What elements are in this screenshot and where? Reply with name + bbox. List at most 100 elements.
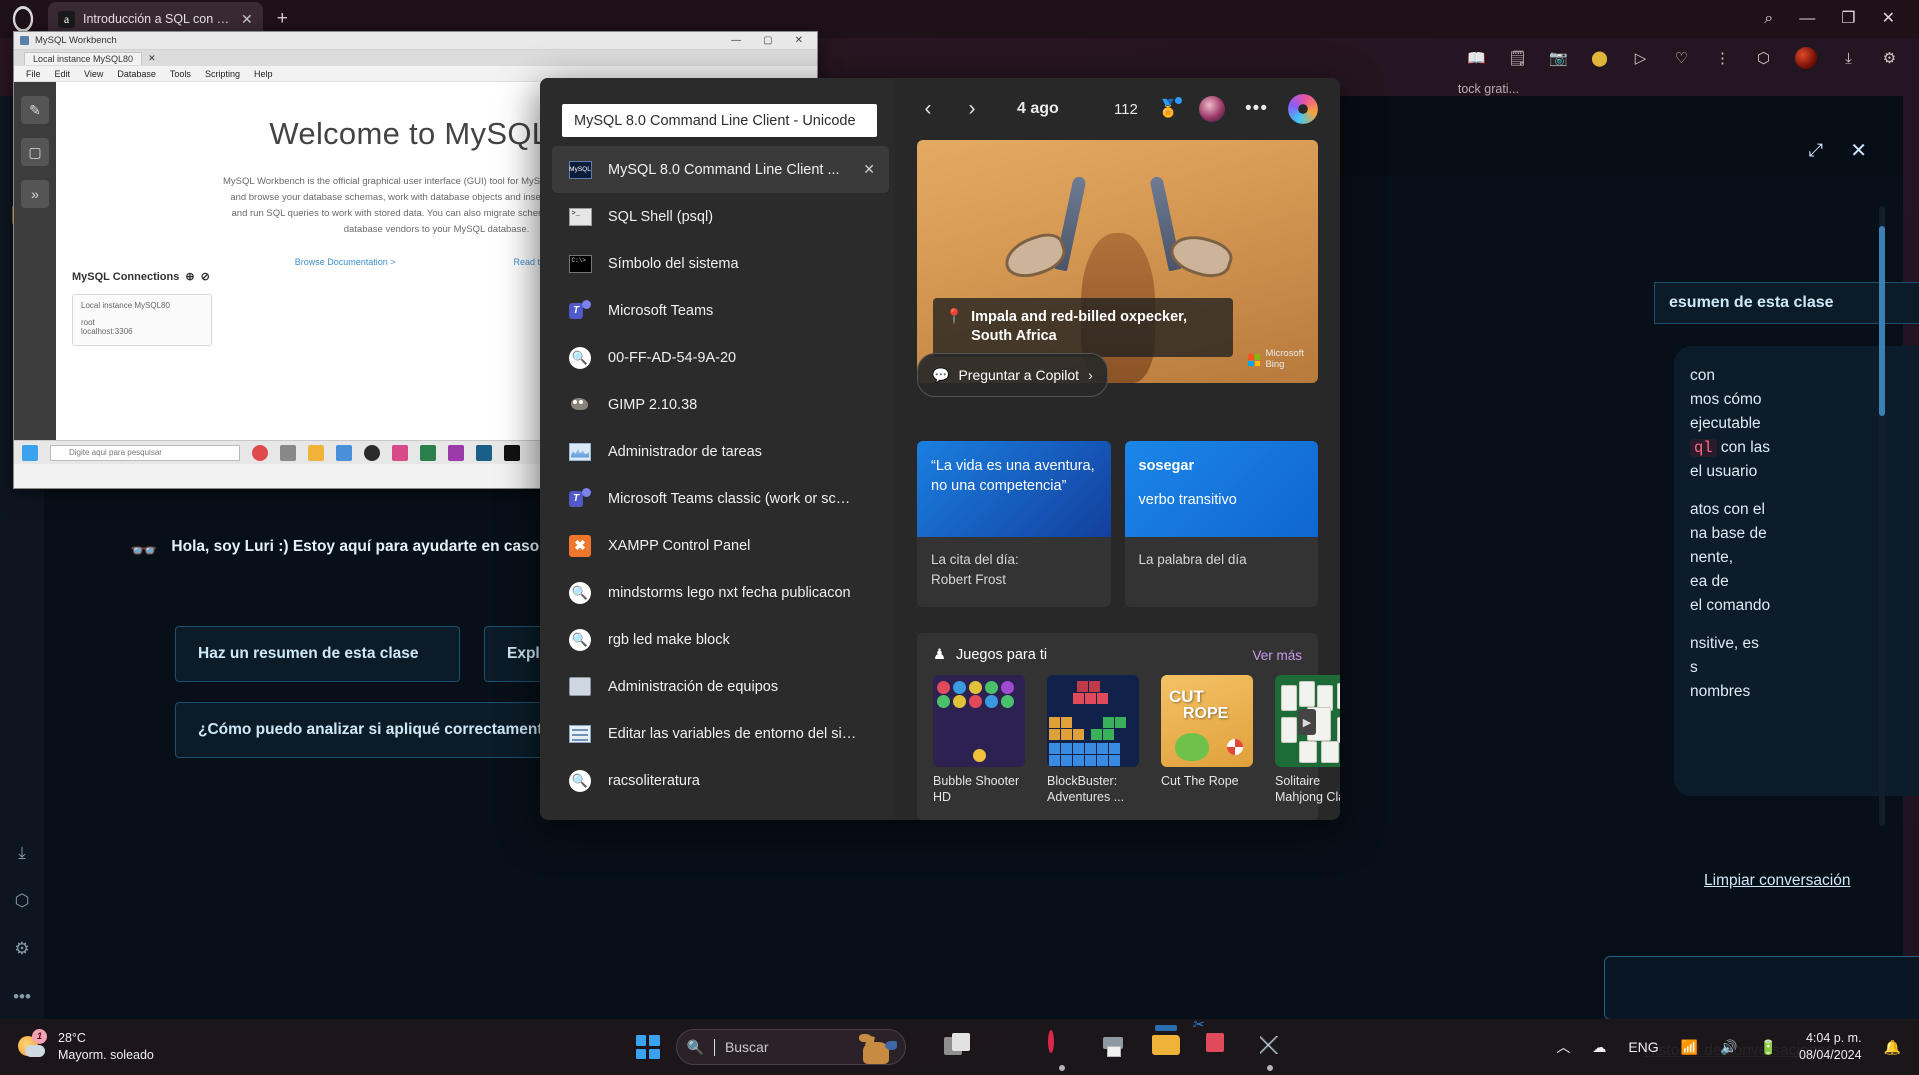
more-vertical-icon[interactable]: ⋮ bbox=[1713, 49, 1732, 68]
result-item-teams-classic[interactable]: T Microsoft Teams classic (work or scho.… bbox=[552, 475, 889, 522]
chevron-up-icon[interactable]: ︿ bbox=[1556, 1037, 1570, 1057]
game-item[interactable]: CUT ROPE Cut The Rope bbox=[1161, 675, 1253, 805]
migration-icon[interactable]: » bbox=[21, 180, 49, 208]
browse-documentation-link[interactable]: Browse Documentation > bbox=[295, 257, 396, 267]
clear-conversation-link[interactable]: Limpiar conversación bbox=[1704, 872, 1850, 890]
vertical-scrollbar[interactable] bbox=[1879, 206, 1885, 826]
close-icon[interactable]: ✕ bbox=[795, 35, 803, 46]
task-view-icon[interactable] bbox=[943, 1033, 972, 1061]
close-icon[interactable]: ✕ bbox=[241, 11, 253, 28]
chevron-left-icon[interactable]: ‹ bbox=[917, 97, 939, 121]
models-icon[interactable]: ▢ bbox=[21, 138, 49, 166]
wifi-icon[interactable]: 📶 bbox=[1681, 1039, 1698, 1056]
sliders-icon[interactable]: ⚙ bbox=[1880, 49, 1899, 68]
medal-icon[interactable]: 🏅 bbox=[1158, 97, 1183, 119]
search-input[interactable]: 🔍 Buscar bbox=[675, 1029, 906, 1065]
minimize-icon[interactable]: — bbox=[731, 35, 741, 46]
heart-icon[interactable]: ♡ bbox=[1672, 49, 1691, 68]
avatar[interactable] bbox=[1199, 96, 1226, 122]
language-indicator[interactable]: ENG bbox=[1628, 1039, 1658, 1055]
result-item-web-search-1[interactable]: 🔍 00-FF-AD-54-9A-20 bbox=[552, 334, 889, 381]
result-item-web-search-2[interactable]: 🔍 mindstorms lego nxt fecha publicacon bbox=[552, 569, 889, 616]
printer-icon[interactable] bbox=[1100, 1033, 1128, 1061]
inner-search-input[interactable]: Digite aqui para pesquisar bbox=[50, 444, 240, 461]
battery-icon[interactable]: 🔋 bbox=[1760, 1039, 1777, 1056]
menu-view[interactable]: View bbox=[84, 69, 103, 79]
add-connection-icon[interactable]: ⊕ bbox=[185, 270, 194, 283]
task-view-icon[interactable] bbox=[280, 444, 296, 461]
game-item[interactable]: Solitaire Mahjong Classic bbox=[1275, 675, 1340, 805]
word-of-the-day-card[interactable]: sosegar verbo transitivo La palabra del … bbox=[1124, 441, 1318, 608]
file-explorer-icon[interactable] bbox=[1151, 1025, 1180, 1061]
ask-copilot-button[interactable]: 💬 Preguntar a Copilot › bbox=[917, 353, 1108, 397]
mail-icon[interactable] bbox=[336, 444, 352, 461]
result-item-web-search-4[interactable]: 🔍 racsoliteratura bbox=[552, 757, 889, 804]
file-explorer-icon[interactable] bbox=[308, 444, 324, 461]
menu-scripting[interactable]: Scripting bbox=[205, 69, 240, 79]
result-item-cmd[interactable]: C:\> Símbolo del sistema bbox=[552, 240, 889, 287]
workbench-tab[interactable]: Local instance MySQL80 bbox=[24, 51, 143, 65]
copilot-icon[interactable] bbox=[1288, 94, 1318, 124]
close-window-icon[interactable]: ✕ bbox=[1882, 11, 1895, 27]
new-tab-button[interactable]: + bbox=[277, 8, 288, 30]
mysql-workbench-icon[interactable] bbox=[1256, 1033, 1284, 1071]
windows-start-icon[interactable] bbox=[22, 444, 38, 461]
download-icon[interactable]: ⤓ bbox=[18, 843, 26, 863]
book-icon[interactable]: 📖 bbox=[1467, 49, 1486, 68]
menu-file[interactable]: File bbox=[26, 69, 41, 79]
search-icon[interactable]: ⌕ bbox=[1764, 11, 1773, 27]
avatar[interactable] bbox=[1795, 47, 1817, 69]
terminal-icon[interactable] bbox=[504, 444, 520, 461]
result-item-sql-shell[interactable]: >_ SQL Shell (psql) bbox=[552, 193, 889, 240]
record-icon[interactable] bbox=[364, 444, 380, 461]
close-icon[interactable]: ✕ bbox=[1850, 138, 1867, 163]
mysql-workbench-icon[interactable] bbox=[476, 444, 492, 461]
more-horizontal-icon[interactable]: ••• bbox=[13, 987, 31, 1007]
chat-input[interactable] bbox=[1604, 956, 1919, 1020]
menu-database[interactable]: Database bbox=[117, 69, 156, 79]
menu-help[interactable]: Help bbox=[254, 69, 273, 79]
clock[interactable]: 4:04 p. m. 08/04/2024 bbox=[1799, 1030, 1862, 1065]
volume-icon[interactable]: 🔊 bbox=[1720, 1039, 1737, 1056]
windows-start-icon[interactable] bbox=[635, 1035, 660, 1059]
connection-card[interactable]: Local instance MySQL80 root localhost:33… bbox=[72, 294, 212, 346]
game-item[interactable]: BlockBuster: Adventures ... bbox=[1047, 675, 1139, 805]
game-item[interactable]: Bubble Shooter HD bbox=[933, 675, 1025, 805]
prompt-summary-button[interactable]: Haz un resumen de esta clase bbox=[175, 626, 460, 682]
menu-edit[interactable]: Edit bbox=[55, 69, 71, 79]
chevron-right-icon[interactable]: › bbox=[961, 97, 983, 121]
shield-icon[interactable]: ⬤ bbox=[1590, 49, 1609, 68]
cube-icon[interactable]: ⬡ bbox=[1754, 49, 1773, 68]
result-item-teams[interactable]: T Microsoft Teams bbox=[552, 287, 889, 334]
restore-icon[interactable]: ❐ bbox=[1841, 11, 1855, 27]
result-item-xampp[interactable]: ✖ XAMPP Control Panel bbox=[552, 522, 889, 569]
close-icon[interactable]: ✕ bbox=[863, 161, 875, 178]
weather-widget[interactable]: 1 28°C Mayorm. soleado bbox=[18, 1029, 154, 1064]
snipping-tool-icon[interactable]: ✂ bbox=[1192, 1016, 1232, 1061]
more-options-icon[interactable]: ••• bbox=[1245, 98, 1268, 120]
powerpoint-icon[interactable] bbox=[448, 444, 464, 461]
camera-icon[interactable]: 📷 bbox=[1549, 49, 1568, 68]
package-icon[interactable]: ⬡ bbox=[15, 891, 30, 911]
result-item-web-search-3[interactable]: 🔍 rgb led make block bbox=[552, 616, 889, 663]
hero-card[interactable]: 📍 Impala and red-billed oxpecker, South … bbox=[917, 140, 1318, 383]
opera-icon[interactable] bbox=[1047, 1030, 1076, 1071]
result-item-mysql-cli[interactable]: MySQL MySQL 8.0 Command Line Client ... … bbox=[552, 146, 889, 193]
copilot-icon[interactable] bbox=[996, 1033, 1024, 1061]
wrench-icon[interactable]: ✎ bbox=[21, 96, 49, 124]
download-icon[interactable]: ⤓ bbox=[1839, 49, 1858, 68]
onedrive-icon[interactable]: ☁ bbox=[1592, 1039, 1606, 1056]
menu-tools[interactable]: Tools bbox=[170, 69, 191, 79]
send-icon[interactable]: ▷ bbox=[1631, 49, 1650, 68]
maximize-icon[interactable]: ▢ bbox=[763, 35, 772, 46]
search-input[interactable]: MySQL 8.0 Command Line Client - Unicode bbox=[562, 104, 877, 137]
minimize-icon[interactable]: — bbox=[1799, 11, 1815, 27]
excel-icon[interactable] bbox=[420, 444, 436, 461]
tab-close-icon[interactable]: ✕ bbox=[148, 53, 156, 64]
expand-icon[interactable]: ⤢ bbox=[1809, 140, 1823, 161]
result-item-env-vars[interactable]: Editar las variables de entorno del sist… bbox=[552, 710, 889, 757]
gear-icon[interactable]: ⚙ bbox=[14, 939, 29, 959]
opera-icon[interactable] bbox=[252, 444, 268, 461]
photos-icon[interactable] bbox=[392, 444, 408, 461]
notification-bell-icon[interactable]: 🔔 bbox=[1884, 1039, 1901, 1056]
